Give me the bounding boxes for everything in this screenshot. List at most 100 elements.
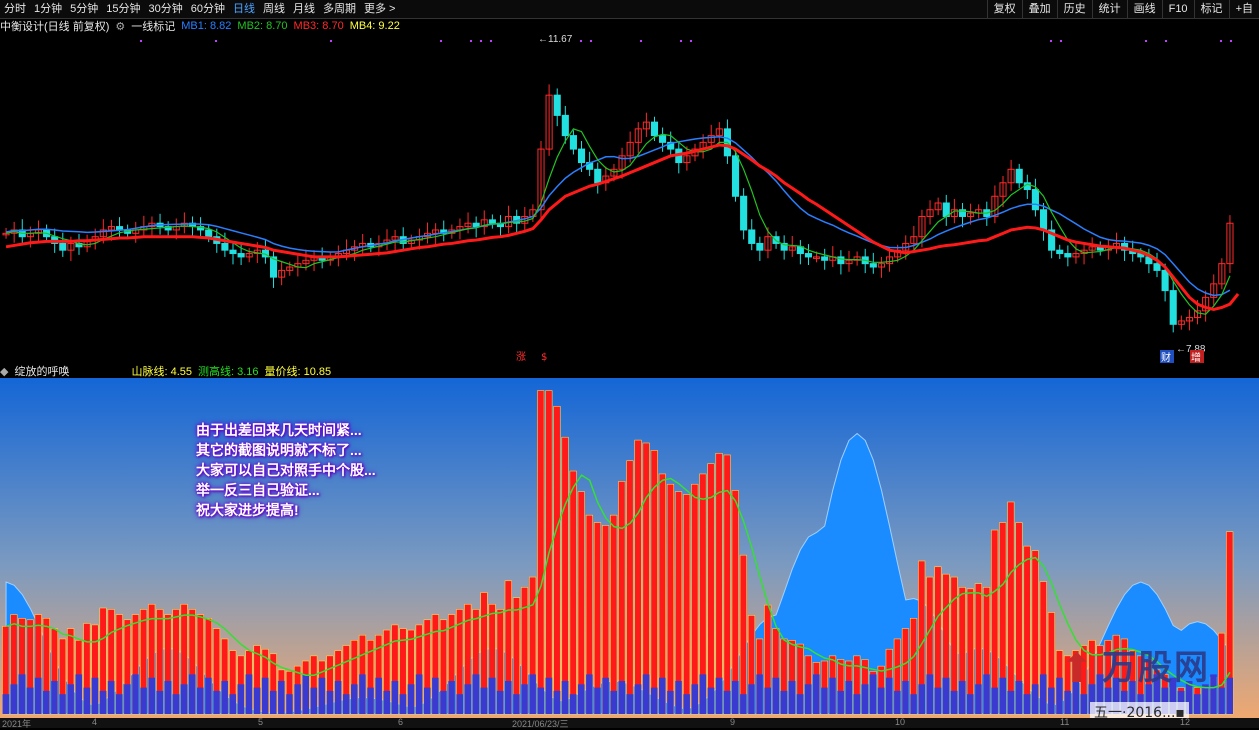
volume-base-bar bbox=[375, 677, 382, 714]
volume-base-bar bbox=[59, 694, 66, 714]
volume-base-bar bbox=[205, 677, 212, 714]
volume-base-bar bbox=[788, 681, 796, 714]
date-label: 4 bbox=[92, 717, 98, 727]
candle-body bbox=[1039, 209, 1048, 231]
volume-bar bbox=[634, 439, 642, 715]
volume-base-bar bbox=[991, 687, 998, 714]
shan-value: 山脉线: 4.55 bbox=[131, 366, 192, 378]
volume-base-bar bbox=[407, 684, 415, 714]
candle-body bbox=[804, 253, 813, 258]
volume-base-bar bbox=[715, 677, 723, 714]
period-tab[interactable]: 60分钟 bbox=[187, 0, 229, 18]
volume-base-bar bbox=[342, 694, 350, 714]
candle-body bbox=[569, 135, 577, 150]
volume-base-bar bbox=[10, 684, 18, 714]
candle-body bbox=[1064, 253, 1072, 258]
period-tab[interactable]: 30分钟 bbox=[145, 0, 187, 18]
volume-base-bar bbox=[513, 694, 520, 714]
volume-base-bar bbox=[472, 674, 480, 714]
volume-base-bar bbox=[529, 674, 536, 714]
volume-base-bar bbox=[213, 690, 220, 714]
collapse-icon[interactable]: ◆ bbox=[0, 365, 8, 378]
period-tab[interactable]: 多周期 bbox=[319, 0, 360, 18]
volume-base-bar bbox=[269, 690, 277, 714]
volume-base-bar bbox=[756, 674, 763, 714]
period-tab[interactable]: 5分钟 bbox=[66, 0, 102, 18]
volume-base-bar bbox=[813, 674, 820, 714]
settings-icon[interactable]: ⚙ bbox=[115, 20, 125, 33]
candle-body bbox=[1153, 263, 1161, 271]
period-tab[interactable]: 15分钟 bbox=[102, 0, 144, 18]
marker-dot bbox=[1060, 40, 1062, 42]
volume-base-bar bbox=[221, 681, 228, 714]
period-tab[interactable]: 月线 bbox=[289, 0, 319, 18]
volume-base-bar bbox=[43, 690, 50, 714]
sub-indicator-name: 绽放的呼唤 bbox=[14, 366, 70, 378]
marker-dot bbox=[1230, 40, 1232, 42]
volume-base-bar bbox=[197, 687, 204, 714]
price-chart[interactable]: ←11.67←7.88涨 $ 财增 bbox=[0, 34, 1259, 364]
volume-base-bar bbox=[294, 684, 301, 714]
event-label: $ bbox=[541, 352, 547, 363]
volume-base-bar bbox=[602, 677, 609, 714]
volume-base-bar bbox=[683, 694, 690, 714]
volume-base-bar bbox=[950, 690, 958, 714]
volume-base-bar bbox=[618, 681, 626, 714]
volume-base-bar bbox=[423, 687, 431, 714]
toolbar-button[interactable]: 标记 bbox=[1193, 0, 1229, 18]
volume-base-bar bbox=[1048, 687, 1055, 714]
watermark: ⬆ 万股网 五一·2016...▪ bbox=[1060, 640, 1256, 728]
volume-bar bbox=[731, 490, 739, 715]
note-line: 举一反三自己验证... bbox=[196, 482, 320, 498]
volume-base-bar bbox=[821, 687, 828, 714]
volume-base-bar bbox=[51, 681, 58, 714]
volume-base-bar bbox=[999, 677, 1007, 714]
candle-body bbox=[488, 219, 496, 224]
period-tab[interactable]: 日线 bbox=[229, 0, 259, 18]
volume-bar bbox=[1007, 501, 1015, 715]
volume-base-bar bbox=[659, 677, 666, 714]
candle-body bbox=[756, 242, 764, 251]
toolbar-button[interactable]: 复权 bbox=[986, 0, 1022, 18]
candle-body bbox=[1031, 189, 1039, 211]
candle-body bbox=[821, 256, 829, 261]
volume-bar bbox=[739, 554, 747, 715]
volume-base-bar bbox=[594, 687, 601, 714]
volume-base-bar bbox=[569, 694, 577, 714]
date-label: 10 bbox=[895, 717, 906, 727]
marker-dot bbox=[1220, 40, 1222, 42]
volume-base-bar bbox=[310, 687, 318, 714]
marker-dot bbox=[1050, 40, 1052, 42]
mb1-value: MB1: 8.82 bbox=[181, 20, 232, 32]
event-label: 涨 bbox=[516, 351, 526, 363]
period-tab[interactable]: 周线 bbox=[259, 0, 289, 18]
volume-base-bar bbox=[764, 687, 771, 714]
toolbar-button[interactable]: +自 bbox=[1228, 0, 1259, 18]
period-tab[interactable]: 更多 > bbox=[360, 0, 399, 18]
volume-base-bar bbox=[229, 694, 237, 714]
toolbar-button[interactable]: 历史 bbox=[1056, 0, 1092, 18]
volume-bar bbox=[618, 481, 626, 715]
volume-base-bar bbox=[861, 684, 869, 714]
volume-base-bar bbox=[845, 681, 853, 714]
volume-base-bar bbox=[480, 687, 488, 714]
marker-dot bbox=[215, 40, 217, 42]
volume-base-bar bbox=[545, 677, 553, 714]
volume-base-bar bbox=[918, 684, 925, 714]
volume-base-bar bbox=[934, 687, 942, 714]
right-toolbar: 复权 叠加 历史 统计 画线 F10 标记 +自 bbox=[986, 0, 1259, 18]
period-tab[interactable]: 1分钟 bbox=[30, 0, 66, 18]
volume-bar bbox=[691, 483, 699, 715]
toolbar-button[interactable]: F10 bbox=[1161, 0, 1194, 18]
toolbar-button[interactable]: 画线 bbox=[1126, 0, 1162, 18]
toolbar-button[interactable]: 叠加 bbox=[1021, 0, 1057, 18]
volume-base-bar bbox=[2, 694, 10, 714]
marker-dot bbox=[480, 40, 482, 42]
marker-dot bbox=[690, 40, 692, 42]
candle-body bbox=[869, 263, 877, 268]
period-tab[interactable]: 分时 bbox=[0, 0, 30, 18]
volume-base-bar bbox=[432, 677, 439, 714]
toolbar-button[interactable]: 统计 bbox=[1091, 0, 1127, 18]
volume-base-bar bbox=[731, 681, 739, 714]
volume-bar bbox=[593, 522, 602, 715]
